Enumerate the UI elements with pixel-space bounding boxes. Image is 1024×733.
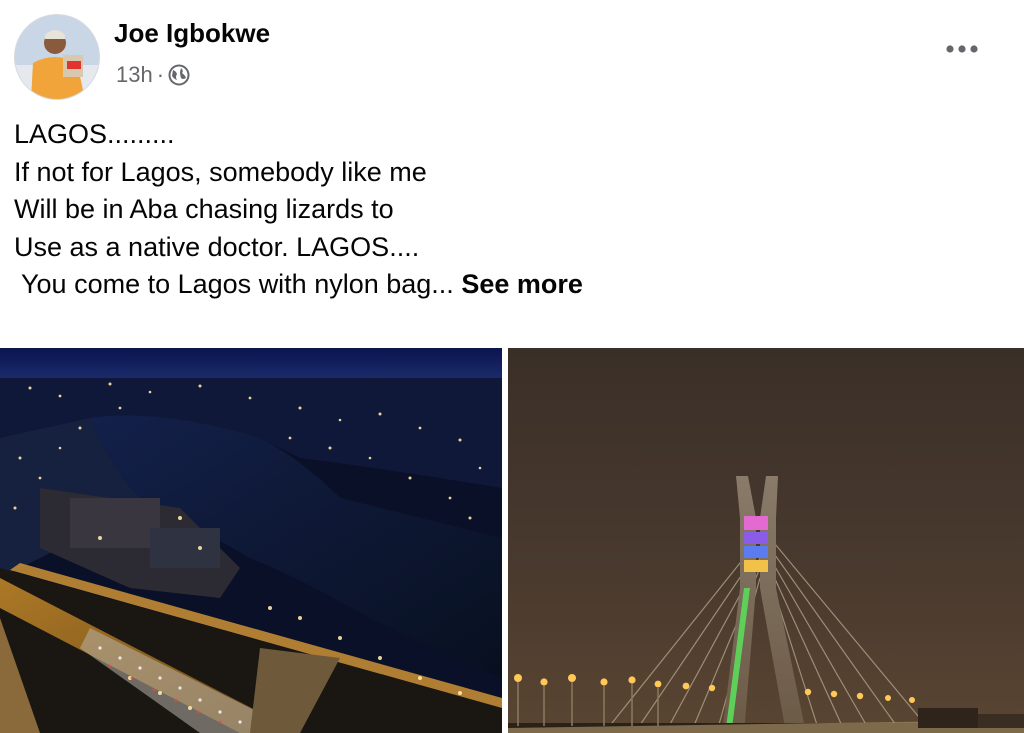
see-more-link[interactable]: See more bbox=[461, 269, 583, 299]
post-line: Use as a native doctor. LAGOS.... bbox=[14, 231, 420, 262]
author-name[interactable]: Joe Igbokwe bbox=[114, 18, 270, 49]
photo-lagos-aerial[interactable] bbox=[0, 348, 502, 733]
photo-lekki-bridge[interactable] bbox=[508, 348, 1024, 733]
author-avatar[interactable] bbox=[14, 14, 100, 100]
more-options-button[interactable] bbox=[944, 34, 980, 64]
post-line: LAGOS......... bbox=[14, 119, 175, 149]
post-line-last: You come to Lagos with nylon bag... See … bbox=[14, 266, 583, 304]
more-horizontal-icon bbox=[946, 45, 978, 53]
post-line: Will be in Aba chasing lizards to bbox=[14, 194, 394, 224]
post-text: LAGOS......... If not for Lagos, somebody… bbox=[14, 116, 583, 304]
post-time[interactable]: 13h bbox=[116, 62, 153, 88]
globe-icon bbox=[168, 64, 190, 86]
post-header: Joe Igbokwe 13h · bbox=[0, 0, 1024, 110]
meta-separator: · bbox=[156, 62, 165, 87]
post-line: If not for Lagos, somebody like me bbox=[14, 156, 427, 187]
post-meta: 13h · bbox=[116, 62, 190, 88]
photo-grid bbox=[0, 348, 1024, 733]
post-line: You come to Lagos with nylon bag... bbox=[14, 269, 462, 299]
